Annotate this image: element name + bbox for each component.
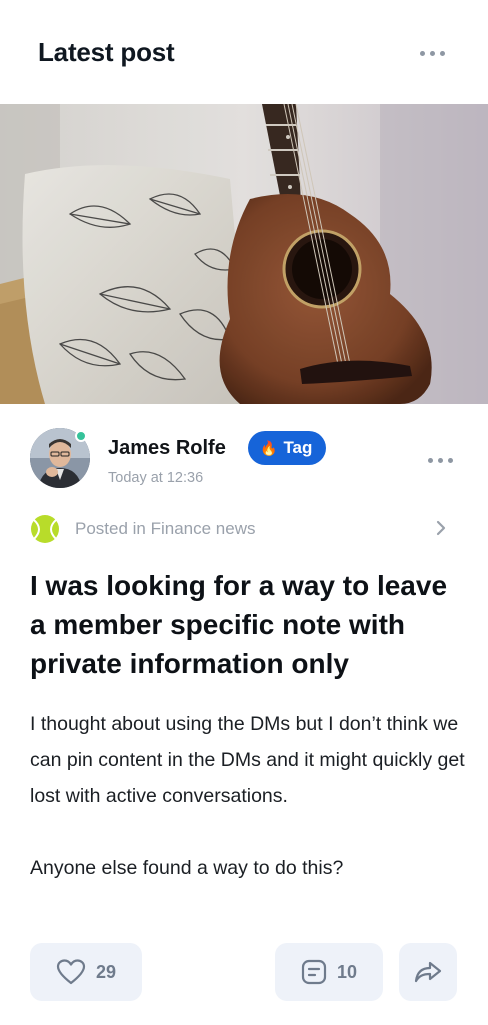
post-body-paragraph: I thought about using the DMs but I don’… [30, 713, 465, 807]
online-status-indicator [75, 430, 87, 442]
heart-icon [56, 959, 86, 985]
like-button[interactable]: 29 [30, 943, 142, 1001]
hero-image[interactable] [0, 104, 488, 404]
post-more-options-button[interactable] [428, 458, 453, 463]
post-body: I thought about using the DMs but I don’… [30, 706, 470, 886]
guitar-photo [0, 104, 488, 404]
post-body-paragraph: Anyone else found a way to do this? [30, 857, 344, 879]
fire-icon: 🔥 [260, 439, 278, 456]
more-dot-icon [448, 458, 453, 463]
more-dot-icon [428, 458, 433, 463]
category-label: Posted in Finance news [75, 519, 256, 538]
category-link[interactable]: Posted in Finance news [30, 513, 450, 543]
post-actions: 29 10 [0, 943, 488, 1001]
post-title: I was looking for a way to leave a membe… [30, 570, 448, 679]
card-header: Latest post [0, 0, 488, 104]
tag-badge[interactable]: 🔥 Tag [248, 431, 327, 465]
author-row: James Rolfe Today at 12:36 🔥 Tag [30, 428, 460, 490]
more-dot-icon [438, 458, 443, 463]
comment-icon [301, 959, 327, 985]
more-dot-icon [430, 51, 435, 56]
share-button[interactable] [399, 943, 457, 1001]
post-timestamp: Today at 12:36 [108, 470, 204, 486]
tag-label: Tag [283, 438, 313, 457]
tennis-ball-icon [31, 515, 59, 543]
comment-button[interactable]: 10 [275, 943, 383, 1001]
author-name[interactable]: James Rolfe [108, 437, 226, 460]
like-count: 29 [95, 961, 117, 982]
chevron-right-icon [436, 520, 446, 536]
page-title: Latest post [38, 37, 175, 67]
share-icon [414, 961, 442, 983]
comment-count: 10 [336, 961, 358, 982]
header-more-options-button[interactable] [420, 51, 445, 56]
more-dot-icon [420, 51, 425, 56]
more-dot-icon [440, 51, 445, 56]
